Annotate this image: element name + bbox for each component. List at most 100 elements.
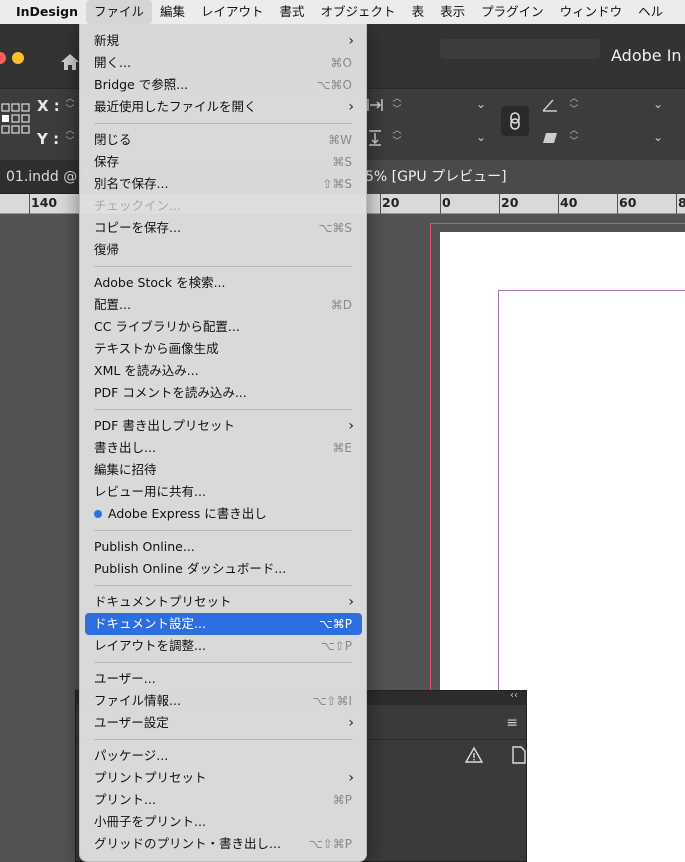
menu-item-shortcut: ⌥⇧⌘I xyxy=(312,694,352,708)
menu-item[interactable]: テキストから画像生成 xyxy=(85,338,362,360)
document-tab-active[interactable]: 5% [GPU プレビュー] xyxy=(355,160,685,194)
chevron-right-icon: › xyxy=(348,33,354,49)
menu-item-shortcut: ⌘P xyxy=(332,793,352,807)
menu-item[interactable]: Adobe Stock を検索... xyxy=(85,272,362,294)
menu-item[interactable]: XML を読み込み... xyxy=(85,360,362,382)
x-stepper[interactable]: ︿ ﹀ xyxy=(63,94,77,118)
menu-item[interactable]: プリント... ⌘P xyxy=(85,789,362,811)
rotate-stepper[interactable]: ︿ ﹀ xyxy=(567,94,581,118)
menu-item-shortcut: ⌘D xyxy=(330,298,352,312)
home-icon[interactable] xyxy=(60,52,80,72)
menu-item-label: コピーを保存... xyxy=(94,220,181,235)
ruler-tick xyxy=(380,194,381,214)
menu-item-label: XML を読み込み... xyxy=(94,363,199,378)
menu-item[interactable]: 別名で保存... ⇧⌘S xyxy=(85,173,362,195)
express-dot-icon xyxy=(94,510,102,518)
ruler-tick xyxy=(499,194,500,214)
menu-item[interactable]: PDF 書き出しプリセット › xyxy=(85,415,362,437)
menu-item[interactable]: レイアウトを調整... ⌥⇧P xyxy=(85,635,362,657)
menubar-item-help[interactable]: ヘル xyxy=(630,0,671,24)
chevron-right-icon: › xyxy=(348,594,354,610)
ruler-label: 140 xyxy=(31,195,58,210)
menu-item[interactable]: レビュー用に共有... xyxy=(85,481,362,503)
menu-item[interactable]: Publish Online... xyxy=(85,536,362,558)
y-stepper[interactable]: ︿ ﹀ xyxy=(63,126,77,150)
menubar-item-view[interactable]: 表示 xyxy=(432,0,473,24)
panel-collapse-icon[interactable]: ‹‹ xyxy=(510,690,518,701)
rotate-dropdown-chevron-icon[interactable]: ⌄ xyxy=(653,97,671,115)
reference-point-icon[interactable] xyxy=(0,100,30,140)
menu-item[interactable]: グリッドのプリント・書き出し... ⌥⇧⌘P xyxy=(85,833,362,855)
menu-item[interactable]: PDF コメントを読み込み... xyxy=(85,382,362,404)
menu-item-label: 別名で保存... xyxy=(94,176,169,191)
shear-stepper[interactable]: ︿ ﹀ xyxy=(567,126,581,150)
menubar-item-window[interactable]: ウィンドウ xyxy=(552,0,631,24)
menu-item[interactable]: Adobe Express に書き出し xyxy=(85,503,362,525)
menubar-item-indesign[interactable]: InDesign xyxy=(0,0,86,24)
menu-item-label: Adobe Stock を検索... xyxy=(94,275,226,290)
menubar-item-table[interactable]: 表 xyxy=(404,0,433,24)
menu-item-label: プリント... xyxy=(94,792,156,807)
width-dropdown-chevron-icon[interactable]: ⌄ xyxy=(476,97,494,115)
menu-item-label: パッケージ... xyxy=(94,748,169,763)
height-dropdown-chevron-icon[interactable]: ⌄ xyxy=(476,130,494,148)
menu-separator xyxy=(94,739,352,740)
menu-item[interactable]: ユーザー設定 › xyxy=(85,712,362,734)
page-icon[interactable] xyxy=(512,746,526,764)
y-label: Y : xyxy=(37,130,60,148)
menu-item[interactable]: ドキュメント設定... ⌥⌘P xyxy=(85,613,362,635)
menu-item-shortcut: ⌥⇧P xyxy=(320,639,352,653)
menu-item-label: Bridge で参照... xyxy=(94,77,189,92)
chevron-right-icon: › xyxy=(348,99,354,115)
ruler-label: 60 xyxy=(619,195,637,210)
menu-item-shortcut: ⌥⌘O xyxy=(316,78,352,92)
menu-item[interactable]: 最近使用したファイルを開く › xyxy=(85,96,362,118)
menu-item[interactable]: パッケージ... xyxy=(85,745,362,767)
menu-item-label: 新規 xyxy=(94,33,120,48)
menu-item[interactable]: 配置... ⌘D xyxy=(85,294,362,316)
menu-separator xyxy=(94,662,352,663)
chevron-right-icon: › xyxy=(348,770,354,786)
menubar-item-object[interactable]: オブジェクト xyxy=(313,0,404,24)
menu-item[interactable]: 閉じる ⌘W xyxy=(85,129,362,151)
menu-item[interactable]: 開く... ⌘O xyxy=(85,52,362,74)
menu-item[interactable]: ユーザー... xyxy=(85,668,362,690)
link-icon[interactable] xyxy=(501,106,529,136)
width-icon xyxy=(366,96,384,114)
menu-item[interactable]: コピーを保存... ⌥⌘S xyxy=(85,217,362,239)
menu-item-shortcut: ⌘W xyxy=(328,133,352,147)
menubar-item-plugins[interactable]: プラグイン xyxy=(473,0,552,24)
menubar-item-edit[interactable]: 編集 xyxy=(152,0,193,24)
menu-item-label: ドキュメントプリセット xyxy=(94,594,232,609)
menu-item-label: ユーザー... xyxy=(94,671,156,686)
search-field[interactable] xyxy=(440,39,600,59)
menu-item[interactable]: 保存 ⌘S xyxy=(85,151,362,173)
menu-item[interactable]: プリントプリセット › xyxy=(85,767,362,789)
menu-item[interactable]: ドキュメントプリセット › xyxy=(85,591,362,613)
menu-item[interactable]: CC ライブラリから配置... xyxy=(85,316,362,338)
ruler-label: 0 xyxy=(442,195,451,210)
menu-item-shortcut: ⌘S xyxy=(332,155,352,169)
menu-item[interactable]: 復帰 xyxy=(85,239,362,261)
warning-icon[interactable] xyxy=(464,746,484,764)
shear-dropdown-chevron-icon[interactable]: ⌄ xyxy=(653,130,671,148)
menu-item[interactable]: ファイル情報... ⌥⇧⌘I xyxy=(85,690,362,712)
menu-item[interactable]: 新規 › xyxy=(85,30,362,52)
menu-item[interactable]: Bridge で参照... ⌥⌘O xyxy=(85,74,362,96)
menubar-item-type[interactable]: 書式 xyxy=(272,0,313,24)
window-title: Adobe In xyxy=(611,46,682,65)
menu-item[interactable]: Publish Online ダッシュボード... xyxy=(85,558,362,580)
height-stepper[interactable]: ︿ ﹀ xyxy=(390,126,404,150)
width-stepper[interactable]: ︿ ﹀ xyxy=(390,94,404,118)
panel-menu-icon[interactable]: ≡ xyxy=(506,715,518,731)
menu-item-shortcut: ⇧⌘S xyxy=(322,177,352,191)
menubar-item-file[interactable]: ファイル xyxy=(85,0,152,24)
shear-angle-icon xyxy=(541,129,559,147)
menu-item-label: PDF コメントを読み込み... xyxy=(94,385,247,400)
menu-item-label: CC ライブラリから配置... xyxy=(94,319,240,334)
menu-item[interactable]: 編集に招待 xyxy=(85,459,362,481)
menu-item[interactable]: 書き出し... ⌘E xyxy=(85,437,362,459)
menu-item[interactable]: 小冊子をプリント... xyxy=(85,811,362,833)
window-minimize-button[interactable] xyxy=(12,52,24,64)
menubar-item-layout[interactable]: レイアウト xyxy=(193,0,272,24)
